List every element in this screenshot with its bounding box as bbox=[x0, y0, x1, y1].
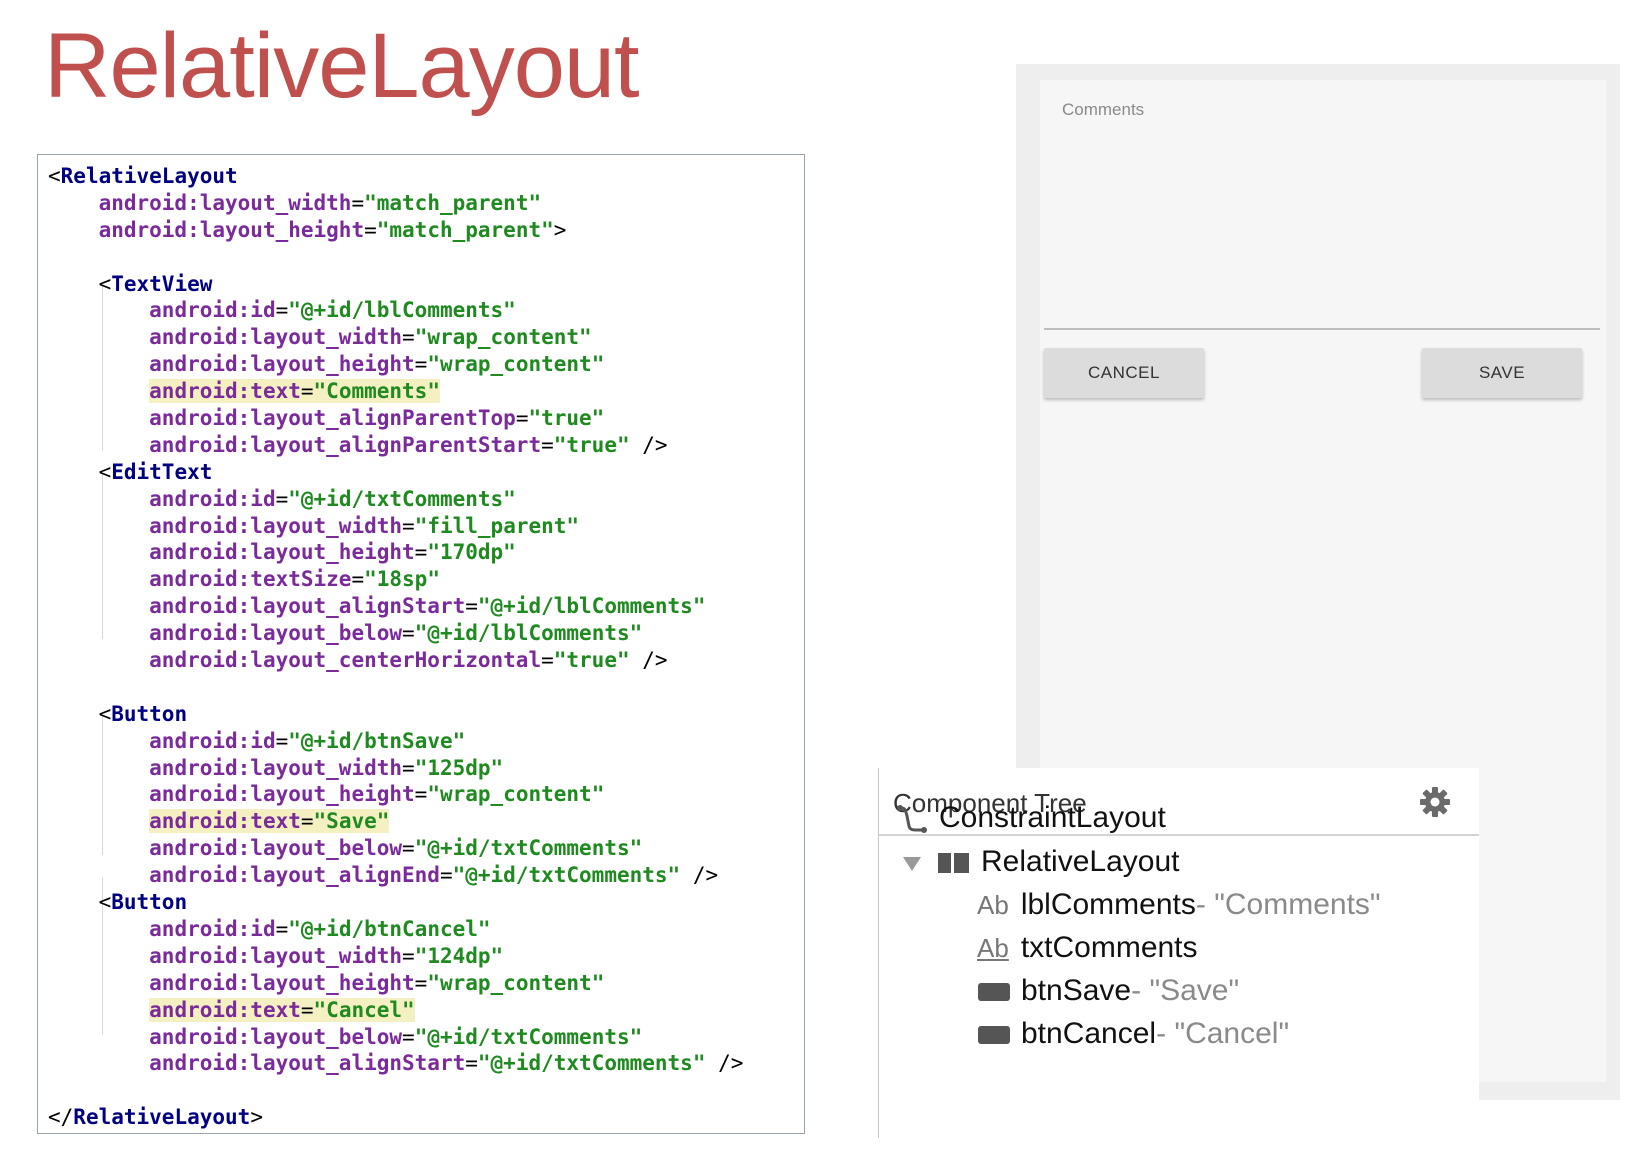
tree-item-name: lblComments bbox=[1020, 888, 1196, 921]
code-line: android:layout_alignEnd="@+id/txtComment… bbox=[149, 863, 719, 888]
code-line: android:text="Comments" bbox=[149, 379, 440, 404]
expand-triangle-icon[interactable] bbox=[901, 852, 923, 874]
tree-item-text: "Save" bbox=[1149, 974, 1240, 1007]
relative-layout-icon bbox=[938, 853, 969, 874]
tree-row-btncancel[interactable]: btnCancel- "Cancel" bbox=[977, 1014, 1289, 1054]
code-line: android:id="@+id/btnCancel" bbox=[149, 916, 491, 941]
code-line: android:text="Save" bbox=[149, 809, 390, 834]
code-line: android:layout_width="124dp" bbox=[149, 943, 504, 968]
code-line: android:id="@+id/txtComments" bbox=[149, 486, 516, 511]
cancel-button[interactable]: CANCEL bbox=[1044, 348, 1204, 398]
code-line: <EditText bbox=[98, 459, 213, 484]
tree-item-name: txtComments bbox=[1020, 931, 1198, 964]
tree-item-name: btnSave bbox=[1021, 974, 1132, 1007]
code-lines: <RelativeLayout android:layout_width="ma… bbox=[48, 163, 743, 1131]
code-line: android:id="@+id/lblComments" bbox=[149, 298, 516, 323]
code-line: android:layout_alignParentTop="true" bbox=[149, 406, 605, 431]
code-line: android:layout_height="wrap_content" bbox=[149, 970, 605, 995]
code-line: android:id="@+id/btnSave" bbox=[149, 728, 466, 753]
textview-icon: Ab bbox=[977, 890, 1009, 920]
button-icon bbox=[978, 983, 1010, 1002]
tree-row-txtcomments[interactable]: Ab txtComments bbox=[977, 928, 1198, 968]
code-line: android:layout_width="wrap_content" bbox=[149, 325, 592, 350]
code-line: android:text="Cancel" bbox=[149, 997, 415, 1022]
code-line: </RelativeLayout> bbox=[48, 1105, 263, 1130]
code-line: <RelativeLayout bbox=[48, 164, 238, 188]
code-line: <Button bbox=[98, 701, 188, 726]
tree-row-root[interactable]: ConstraintLayout bbox=[895, 798, 1166, 838]
tree-root-label: ConstraintLayout bbox=[939, 801, 1166, 834]
tree-row-btnsave[interactable]: btnSave- "Save" bbox=[977, 971, 1239, 1011]
comments-edittext-underline[interactable] bbox=[1044, 328, 1600, 330]
code-line: android:layout_below="@+id/txtComments" bbox=[149, 1024, 643, 1049]
code-panel: <RelativeLayout android:layout_width="ma… bbox=[37, 154, 805, 1134]
code-line: android:layout_alignParentStart="true" /… bbox=[149, 432, 668, 457]
code-line: android:textSize="18sp" bbox=[149, 567, 440, 592]
slide-title: RelativeLayout bbox=[44, 15, 640, 117]
code-line: android:layout_width="fill_parent" bbox=[149, 513, 580, 538]
code-line: android:layout_alignStart="@+id/lblComme… bbox=[149, 594, 706, 619]
component-tree-panel: Component Tree ConstraintLayout Relative… bbox=[878, 768, 1479, 1138]
button-icon bbox=[978, 1026, 1010, 1045]
code-line: android:layout_width="match_parent" bbox=[98, 190, 542, 215]
tree-item-dash: - bbox=[1156, 1017, 1167, 1050]
code-line: android:layout_below="@+id/lblComments" bbox=[149, 621, 643, 646]
code-line: android:layout_centerHorizontal="true" /… bbox=[149, 648, 668, 673]
code-line: android:layout_height="wrap_content" bbox=[149, 782, 605, 807]
code-line: <TextView bbox=[98, 271, 213, 296]
code-line: <Button bbox=[98, 890, 188, 915]
tree-child-label: RelativeLayout bbox=[981, 845, 1180, 878]
code-line: android:layout_height="wrap_content" bbox=[149, 352, 605, 377]
tree-row-relativelayout[interactable]: RelativeLayout bbox=[901, 842, 1179, 882]
tree-item-text: "Comments" bbox=[1214, 888, 1381, 921]
tree-item-dash: - bbox=[1195, 888, 1206, 921]
save-button[interactable]: SAVE bbox=[1422, 348, 1582, 398]
edittext-icon: Ab bbox=[977, 933, 1009, 963]
tree-item-text: "Cancel" bbox=[1174, 1017, 1290, 1050]
code-line: android:layout_width="125dp" bbox=[149, 755, 504, 780]
constraint-layout-icon bbox=[897, 805, 927, 834]
tree-item-name: btnCancel bbox=[1021, 1017, 1157, 1050]
tree-row-lblcomments[interactable]: Ab lblComments- "Comments" bbox=[977, 885, 1381, 925]
code-line: android:layout_alignStart="@+id/txtComme… bbox=[149, 1051, 744, 1076]
code-line: android:layout_height="170dp" bbox=[149, 540, 516, 565]
gear-icon[interactable] bbox=[1419, 786, 1451, 818]
code-line: android:layout_height="match_parent"> bbox=[98, 217, 567, 242]
tree-item-dash: - bbox=[1131, 974, 1142, 1007]
code-line: android:layout_below="@+id/txtComments" bbox=[149, 836, 643, 861]
comments-label: Comments bbox=[1062, 100, 1145, 119]
